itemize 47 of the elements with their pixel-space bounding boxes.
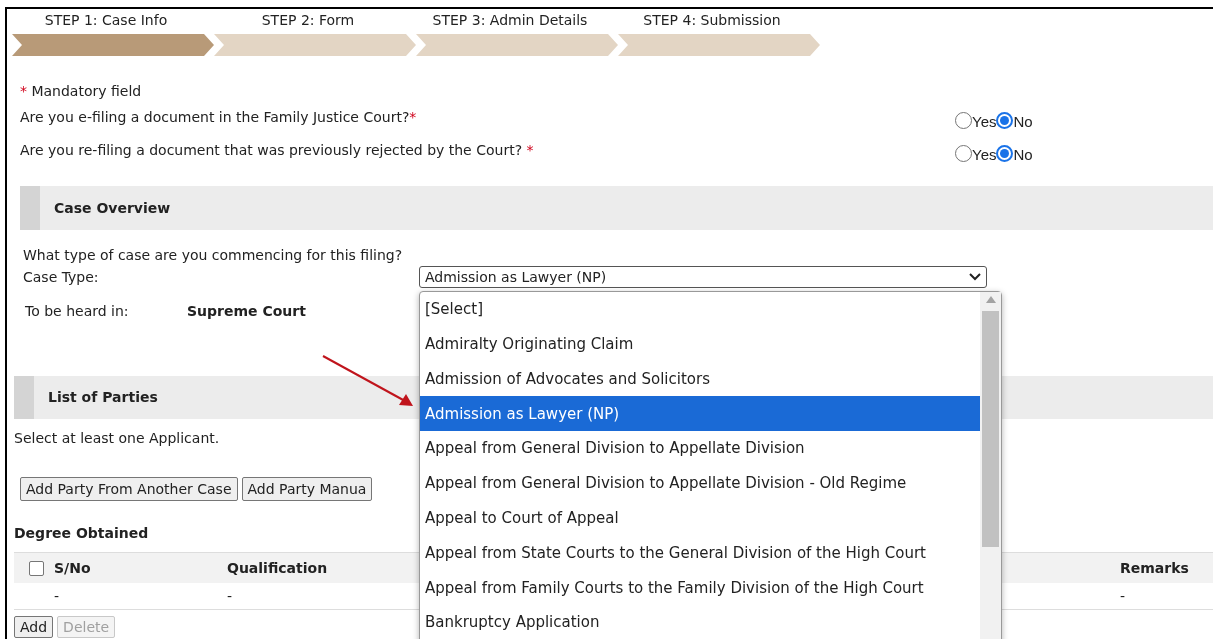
select-all-checkbox[interactable] <box>28 560 44 576</box>
section-title: Case Overview <box>54 198 171 218</box>
section-title: List of Parties <box>48 388 158 407</box>
step-label: STEP 3: Admin Details <box>431 11 589 29</box>
dropdown-option[interactable]: Admission of Advocates and Solicitors <box>420 361 980 397</box>
scrollbar-thumb[interactable] <box>982 311 999 547</box>
parties-note: Select at least one Applicant. <box>14 429 220 448</box>
dropdown-option[interactable]: Appeal from Family Courts to the Family Division of the High Court <box>420 570 980 606</box>
add-party-button[interactable]: Add Party From Another Case <box>20 477 238 501</box>
question-label: Are you re-filing a document that was previously rejected by the Court? * <box>20 141 535 160</box>
heard-in-value: Supreme Court <box>187 301 306 321</box>
case-type-select[interactable]: Admission as Lawyer (NP) <box>419 266 987 288</box>
dropdown-option[interactable]: Appeal from General Division to Appellate Division - Old Regime <box>420 466 980 501</box>
dropdown-option[interactable]: Admiralty Originating Claim <box>420 326 980 362</box>
heard-in-label: To be heard in: <box>25 301 130 321</box>
case-question: What type of case are you commencing for this filing? <box>23 246 404 265</box>
chevron-down-icon <box>969 273 981 281</box>
radio-button[interactable] <box>955 145 972 162</box>
table-cell: - <box>1120 587 1126 604</box>
radio-label: Yes <box>972 145 997 166</box>
step-label: STEP 2: Form <box>260 11 356 29</box>
mandatory-note: * Mandatory field <box>20 82 143 101</box>
radio-button[interactable] <box>955 112 972 129</box>
step-label: STEP 1: Case Info <box>43 11 169 29</box>
radio-label: No <box>1013 112 1033 133</box>
question-label: Are you e-filing a document in the Family Justice Court?* <box>20 108 418 127</box>
step-label: STEP 4: Submission <box>642 11 782 29</box>
radio-button[interactable] <box>996 145 1014 162</box>
table-cell: - <box>54 587 60 604</box>
scroll-up-icon <box>985 296 996 303</box>
dropdown-option[interactable]: Appeal from State Courts to the General Division of the High Court <box>420 535 980 571</box>
dropdown-option[interactable]: [Select] <box>420 292 980 327</box>
degree-title: Degree Obtained <box>14 524 150 543</box>
dropdown-option[interactable]: Appeal from General Division to Appellate Division <box>420 431 980 466</box>
add-party-button[interactable]: Add Party Manua <box>241 477 373 501</box>
column-header: Remarks <box>1120 559 1189 576</box>
radio-label: Yes <box>972 112 997 133</box>
column-header: Qualification <box>227 559 328 576</box>
radio-button[interactable] <box>996 112 1014 129</box>
dropdown-option[interactable]: Admission as Lawyer (NP) <box>420 396 980 432</box>
case-type-label: Case Type: <box>23 267 100 287</box>
dropdown-option[interactable]: Appeal to Court of Appeal <box>420 500 980 536</box>
dropdown-option[interactable]: Bankruptcy Application <box>420 605 980 639</box>
table-cell: - <box>227 587 233 604</box>
table-button[interactable]: Add <box>14 616 54 638</box>
radio-label: No <box>1013 145 1033 166</box>
column-header: S/No <box>54 559 91 576</box>
